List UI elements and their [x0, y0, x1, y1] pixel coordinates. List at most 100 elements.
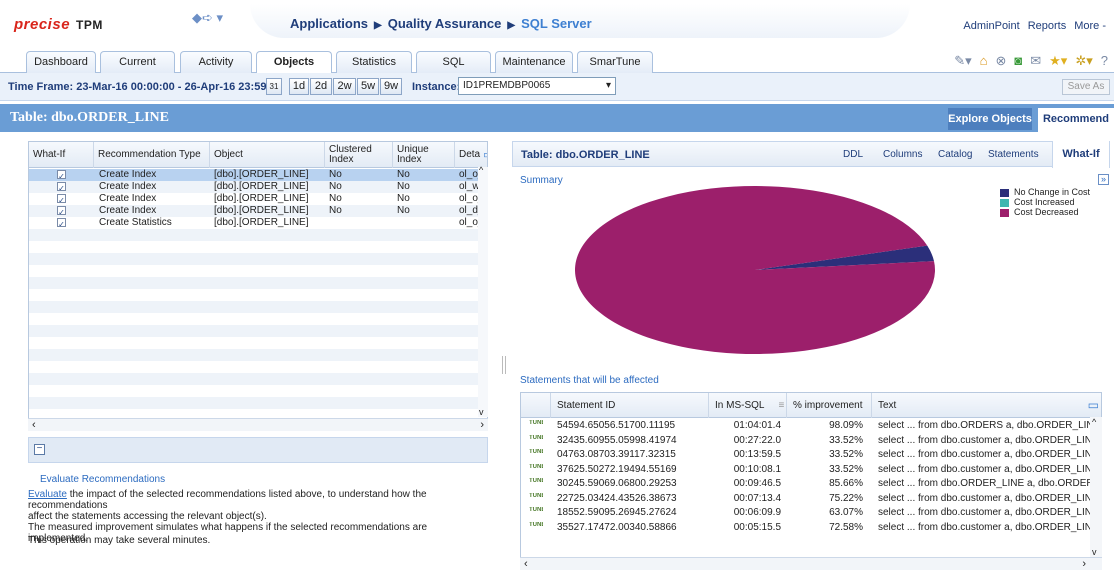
refresh-icon[interactable]: ◙	[1014, 53, 1022, 68]
recommend-tab[interactable]: Recommend	[1038, 108, 1114, 132]
scroll-left-icon[interactable]: ‹	[32, 419, 36, 431]
vertical-scrollbar[interactable]: ^ v	[1090, 417, 1102, 557]
adminpoint-link[interactable]: AdminPoint	[963, 20, 1019, 32]
tune-icon[interactable]: TUNE	[529, 493, 543, 499]
what-if-checkbox[interactable]: ✓	[57, 218, 66, 227]
col-statement-id[interactable]: Statement ID	[551, 393, 709, 418]
tune-icon[interactable]: TUNE	[529, 478, 543, 484]
home-icon[interactable]: ⌂	[980, 53, 988, 68]
time-frame-label: Time Frame: 23-Mar-16 00:00:00 - 26-Apr-…	[8, 81, 282, 93]
tune-icon[interactable]: TUNE	[529, 449, 543, 455]
mail-icon[interactable]: ✉	[1030, 53, 1041, 68]
scroll-up-icon[interactable]: ^	[479, 165, 483, 175]
col-in-ms-sql[interactable]: In MS-SQL ≡	[709, 393, 787, 418]
tune-icon[interactable]: TUNE	[529, 435, 543, 441]
favorites-star-icon[interactable]: ★▾	[1049, 53, 1067, 68]
instance-select[interactable]: ID1PREMDBP0065 ▾	[458, 77, 616, 95]
tab-maintenance[interactable]: Maintenance	[495, 51, 573, 73]
column-chooser-icon[interactable]: ▭	[483, 150, 487, 161]
range-1d-button[interactable]: 1d	[289, 78, 309, 95]
range-5w-button[interactable]: 5w	[357, 78, 379, 95]
evaluate-link[interactable]: Evaluate	[28, 489, 67, 500]
wand-icon[interactable]: ✎▾	[954, 53, 971, 68]
scroll-right-icon[interactable]: ›	[1082, 558, 1086, 570]
col-object[interactable]: Object	[210, 142, 325, 168]
statement-row[interactable]: TUNE 35527.17472.00340.58866 00:05:15.5 72.…	[521, 521, 1101, 535]
legend-swatch	[1000, 198, 1009, 207]
scroll-left-icon[interactable]: ‹	[524, 558, 528, 570]
reports-link[interactable]: Reports	[1028, 20, 1067, 32]
col-clustered-index[interactable]: Clustered Index	[325, 142, 393, 168]
horizontal-scrollbar[interactable]: ‹ ›	[28, 418, 488, 431]
statement-id: 32435.60955.05998.41974	[557, 434, 677, 446]
range-2w-button[interactable]: 2w	[333, 78, 356, 95]
scroll-up-icon[interactable]: ^	[1092, 417, 1096, 427]
table-row[interactable]: ✓Create Index[dbo].[ORDER_LINE]NoNool_d_	[29, 205, 487, 217]
panel-splitter[interactable]	[502, 356, 506, 374]
legend-entry: No Change in Cost	[1000, 187, 1090, 197]
pie-slice-cost-decreased[interactable]	[575, 186, 935, 354]
tab-activity[interactable]: Activity	[180, 51, 252, 73]
time-frame-value[interactable]: 23-Mar-16 00:00:00 - 26-Apr-16 23:59:59	[76, 81, 282, 93]
explore-objects-tab[interactable]: Explore Objects	[948, 108, 1032, 130]
range-2d-button[interactable]: 2d	[310, 78, 332, 95]
breadcrumb-applications[interactable]: Applications	[290, 16, 368, 31]
help-icon[interactable]: ?	[1101, 53, 1108, 68]
tune-icon[interactable]: TUNE	[529, 464, 543, 470]
what-if-checkbox[interactable]: ✓	[57, 206, 66, 215]
statement-row[interactable]: TUNE 18552.59095.26945.27624 00:06:09.9 63.…	[521, 506, 1101, 520]
expand-icon[interactable]: »	[1098, 174, 1109, 185]
col-improvement[interactable]: % improvement	[787, 393, 872, 418]
statement-row[interactable]: TUNE 30245.59069.06800.29253 00:09:46.5 85.…	[521, 477, 1101, 491]
col-recommendation-type[interactable]: Recommendation Type	[94, 142, 210, 168]
table-row[interactable]: ✓ Create Index [dbo].[ORDER_LINE] No No ol_w	[29, 181, 487, 193]
tab-objects[interactable]: Objects	[256, 51, 332, 74]
table-row	[29, 397, 487, 409]
scroll-right-icon[interactable]: ›	[480, 419, 484, 431]
statement-row[interactable]: TUNE 54594.65056.51700.11195 01:04:01.4 98.…	[521, 419, 1101, 433]
tab-smartune[interactable]: SmarTune	[577, 51, 653, 73]
tab-sql[interactable]: SQL	[416, 51, 491, 73]
table-row[interactable]: ✓Create Index[dbo].[ORDER_LINE]NoNool_o_	[29, 193, 487, 205]
more-link[interactable]: More -	[1074, 20, 1106, 32]
tune-icon[interactable]: TUNE	[529, 522, 543, 528]
vertical-scrollbar[interactable]: ^ v	[478, 165, 488, 417]
col-what-if[interactable]: What-If	[29, 142, 94, 168]
table-row[interactable]: ✓Create Index[dbo].[ORDER_LINE]NoNool_o_	[29, 169, 487, 181]
tab-dashboard[interactable]: Dashboard	[26, 51, 96, 73]
tab-catalog[interactable]: Catalog	[938, 149, 972, 160]
column-chooser-icon[interactable]: ▭	[1088, 398, 1099, 412]
statement-row[interactable]: TUNE 32435.60955.05998.41974 00:27:22.0 33.…	[521, 434, 1101, 448]
sort-icon[interactable]: ≡	[778, 400, 784, 411]
range-9w-button[interactable]: 9w	[380, 78, 402, 95]
tab-statistics[interactable]: Statistics	[336, 51, 412, 73]
tab-ddl[interactable]: DDL	[843, 149, 863, 160]
horizontal-scrollbar[interactable]: ‹ ›	[520, 557, 1102, 570]
col-unique-index[interactable]: Unique Index	[393, 142, 455, 168]
scroll-down-icon[interactable]: v	[1092, 547, 1097, 557]
what-if-checkbox[interactable]: ✓	[57, 170, 66, 179]
col-text[interactable]: Text	[872, 393, 1101, 418]
breadcrumb-quality-assurance[interactable]: Quality Assurance	[388, 16, 502, 31]
gear-icon[interactable]: ✲▾	[1075, 53, 1092, 68]
tune-icon[interactable]: TUNE	[529, 420, 543, 426]
tab-what-if[interactable]: What-If	[1052, 141, 1110, 168]
scroll-down-icon[interactable]: v	[479, 407, 484, 417]
statement-row[interactable]: TUNE 04763.08703.39117.32315 00:13:59.5 33.…	[521, 448, 1101, 462]
tune-icon[interactable]: TUNE	[529, 507, 543, 513]
tab-columns[interactable]: Columns	[883, 149, 922, 160]
recommendation-type: Create Index	[99, 169, 157, 180]
calendar-icon[interactable]: 31	[266, 78, 282, 95]
breadcrumb-sql-server[interactable]: SQL Server	[521, 16, 592, 31]
collapse-icon[interactable]: −	[34, 444, 45, 455]
tab-statements[interactable]: Statements	[988, 149, 1039, 160]
back-forward-arrows-icon[interactable]: ◆➪ ▾	[192, 10, 223, 26]
save-as-button[interactable]: Save As	[1062, 79, 1110, 95]
what-if-checkbox[interactable]: ✓	[57, 194, 66, 203]
tab-current[interactable]: Current	[100, 51, 175, 73]
stop-icon[interactable]: ⊗	[995, 53, 1006, 68]
table-row[interactable]: ✓ Create Statistics [dbo].[ORDER_LINE] ol_o…	[29, 217, 487, 229]
what-if-checkbox[interactable]: ✓	[57, 182, 66, 191]
statement-row[interactable]: TUNE 22725.03424.43526.38673 00:07:13.4 75.…	[521, 492, 1101, 506]
statement-row[interactable]: TUNE 37625.50272.19494.55169 00:10:08.1 33.…	[521, 463, 1101, 477]
